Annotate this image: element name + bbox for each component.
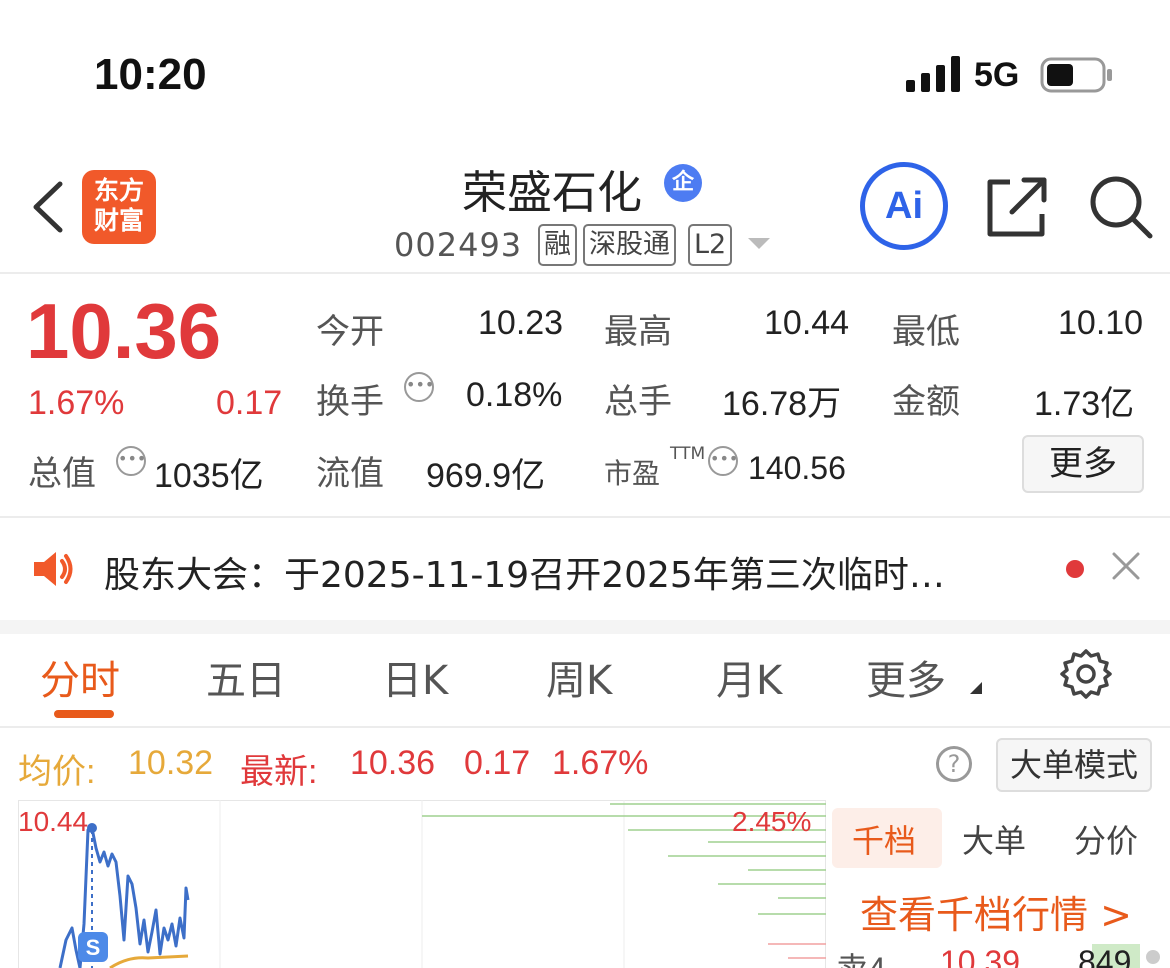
float-cap-label: 流值: [316, 454, 384, 494]
high-value: 10.44: [764, 304, 850, 342]
big-order-mode-button[interactable]: 大单模式: [996, 738, 1152, 792]
volume-label: 总手: [604, 382, 672, 422]
app-logo[interactable]: 东方 财富: [82, 170, 156, 244]
enterprise-badge: 企: [664, 164, 702, 202]
tabs-divider: [0, 726, 1170, 728]
tag-margin: 融: [538, 224, 577, 266]
tab-daily-k[interactable]: 日K: [382, 648, 448, 706]
logo-line-1: 东方: [93, 176, 144, 205]
latest-price-value: 10.36: [350, 744, 436, 782]
tab-more-caret-icon: [970, 682, 982, 694]
more-info-icon[interactable]: •••: [404, 372, 434, 402]
open-label: 今开: [316, 312, 384, 352]
turnover-label: 换手: [316, 382, 384, 422]
close-icon[interactable]: [1110, 550, 1142, 582]
tab-intraday[interactable]: 分时: [40, 648, 120, 706]
network-type: 5G: [974, 56, 1020, 94]
section-gap: [0, 620, 1170, 634]
volume-value: 16.78万: [722, 385, 842, 423]
market-cap-value: 1035亿: [154, 457, 264, 495]
unread-dot: [1066, 560, 1084, 578]
market-cap-label: 总值: [28, 454, 96, 494]
pe-ttm-sup: TTM: [670, 444, 706, 464]
search-icon[interactable]: [1088, 174, 1154, 240]
more-stats-button[interactable]: 更多: [1022, 435, 1144, 493]
tab-five-day[interactable]: 五日: [206, 648, 286, 706]
ladder-row-volume: 849: [1078, 944, 1132, 968]
ladder-scroll-dot: [1146, 950, 1160, 964]
speaker-icon: [34, 552, 73, 586]
active-tab-indicator: [54, 710, 114, 718]
current-price: 10.36: [26, 287, 222, 375]
ladder-row-label: 卖4: [836, 944, 886, 968]
back-arrow-icon[interactable]: [28, 180, 68, 234]
pe-value: 140.56: [748, 450, 846, 486]
chart-high-label: 10.44: [18, 806, 89, 837]
header-divider: [0, 272, 1170, 274]
ladder-tab-price[interactable]: 分价: [1074, 816, 1138, 862]
latest-change: 0.17: [464, 744, 531, 782]
amount-value: 1.73亿: [1034, 385, 1135, 423]
avg-price-value: 10.32: [128, 744, 214, 782]
tag-l2: L2: [688, 224, 733, 266]
high-label: 最高: [604, 312, 672, 352]
low-label: 最低: [892, 312, 960, 352]
view-ladder-link[interactable]: 查看千档行情 >: [860, 884, 1132, 939]
latest-pct: 1.67%: [552, 744, 649, 782]
tab-monthly-k[interactable]: 月K: [716, 648, 782, 706]
settings-gear-icon[interactable]: [1060, 648, 1112, 700]
ladder-tab-big-order[interactable]: 大单: [962, 816, 1026, 862]
stock-name[interactable]: 荣盛石化: [462, 156, 642, 221]
change-percent: 1.67%: [28, 384, 125, 422]
tab-weekly-k[interactable]: 周K: [546, 648, 612, 706]
intraday-chart-svg: S: [18, 800, 826, 968]
ladder-row-price: 10.39: [940, 944, 1021, 968]
change-amount: 0.17: [216, 384, 283, 422]
status-time: 10:20: [94, 50, 207, 99]
low-value: 10.10: [1058, 304, 1144, 342]
latest-price-label: 最新:: [240, 753, 318, 791]
avg-price-label: 均价:: [18, 753, 96, 791]
ladder-tab-thousand[interactable]: 千档: [852, 816, 916, 862]
float-cap-value: 969.9亿: [426, 457, 546, 495]
ai-assistant-button[interactable]: Ai: [860, 162, 948, 250]
amount-label: 金额: [892, 382, 960, 422]
sell-signal-marker: S: [86, 935, 101, 960]
more-info-icon[interactable]: •••: [116, 446, 146, 476]
open-value: 10.23: [478, 304, 564, 342]
announcement-text[interactable]: 股东大会：于2025-11-19召开2025年第三次临时…: [104, 546, 1030, 598]
intraday-chart[interactable]: S 10.44 2.45%: [18, 800, 826, 968]
help-icon[interactable]: ?: [936, 746, 972, 782]
tag-connect: 深股通: [583, 224, 676, 266]
more-info-icon[interactable]: •••: [708, 446, 738, 476]
pe-label: 市盈: [604, 457, 661, 490]
battery-icon: [1040, 57, 1112, 93]
logo-line-2: 财富: [93, 206, 144, 235]
chart-pct-label: 2.45%: [732, 806, 812, 837]
cellular-signal-icon: [906, 56, 960, 92]
tab-more[interactable]: 更多: [866, 648, 946, 706]
share-icon[interactable]: [984, 174, 1050, 240]
stock-code: 002493: [394, 226, 523, 264]
turnover-value: 0.18%: [466, 376, 563, 414]
quote-divider: [0, 516, 1170, 518]
stock-switch-dropdown-icon[interactable]: [748, 238, 770, 249]
